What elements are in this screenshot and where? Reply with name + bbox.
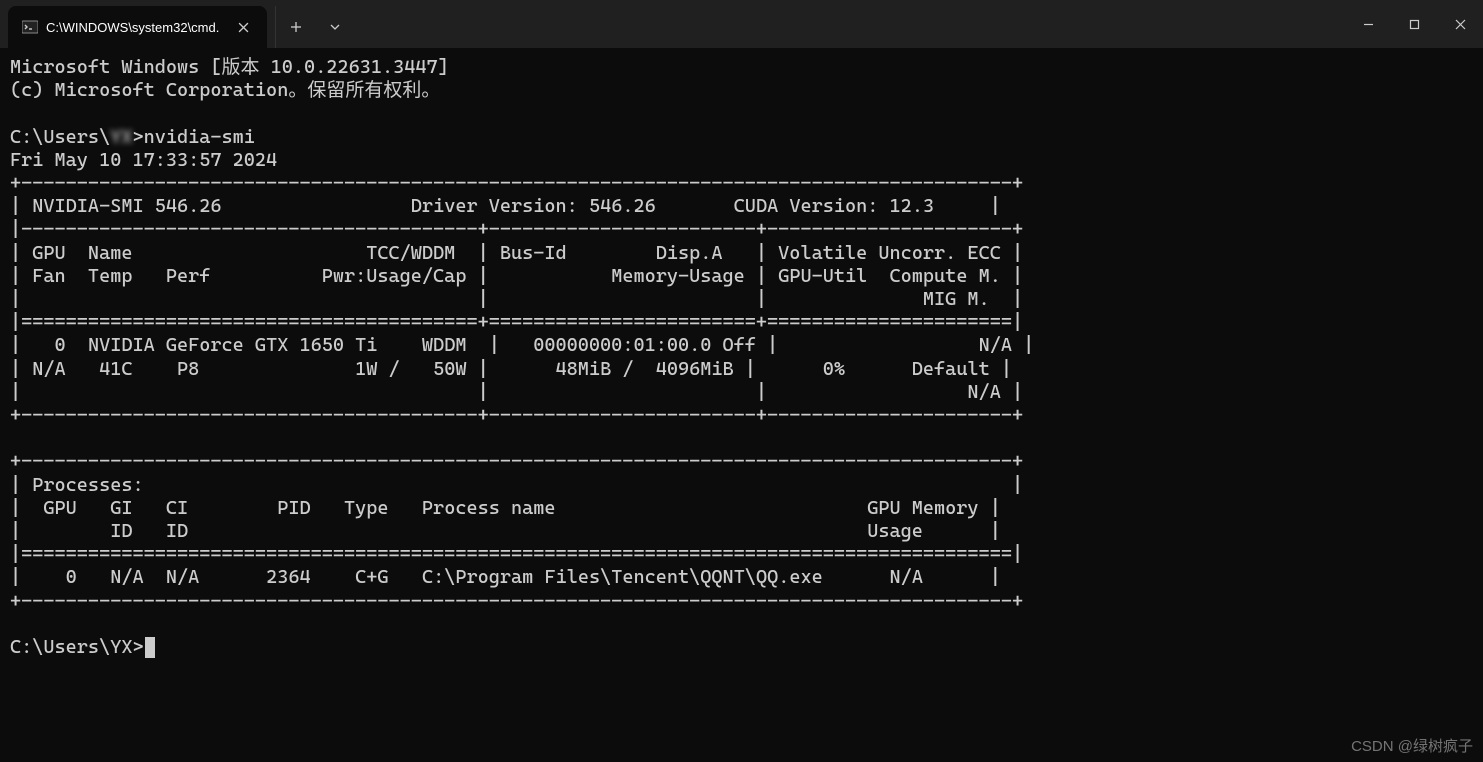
close-window-button[interactable] xyxy=(1437,0,1483,48)
terminal-tab[interactable]: C:\WINDOWS\system32\cmd. xyxy=(8,6,267,48)
nvidia-smi-timestamp: Fri May 10 17:33:57 2024 xyxy=(10,149,277,171)
gpu-temp: 41C xyxy=(99,358,132,380)
driver-version: 546.26 xyxy=(589,195,656,217)
window-titlebar: C:\WINDOWS\system32\cmd. xyxy=(0,0,1483,48)
watermark-text: CSDN @绿树疯子 xyxy=(1351,735,1473,756)
prompt-user-blurred: YX xyxy=(110,126,132,149)
prompt: C:\Users\YX> xyxy=(10,636,144,658)
maximize-button[interactable] xyxy=(1391,0,1437,48)
gpu-index: 0 xyxy=(55,334,66,356)
process-name: C:\Program Files\Tencent\QQNT\QQ.exe xyxy=(422,566,823,588)
copyright-line: (c) Microsoft Corporation。保留所有权利。 xyxy=(10,79,440,101)
smi-version: NVIDIA-SMI 546.26 xyxy=(32,195,221,217)
minimize-button[interactable] xyxy=(1345,0,1391,48)
tab-title: C:\WINDOWS\system32\cmd. xyxy=(46,20,219,35)
gpu-memory: 48MiB / 4096MiB xyxy=(556,358,734,380)
close-tab-icon[interactable] xyxy=(233,17,253,37)
cuda-version: 12.3 xyxy=(890,195,935,217)
prompt-sep: > xyxy=(132,126,143,148)
cursor xyxy=(145,637,155,658)
processes-title: Processes: xyxy=(32,474,143,496)
cmd-icon xyxy=(22,19,38,35)
tab-dropdown-button[interactable] xyxy=(315,6,355,48)
terminal-output[interactable]: Microsoft Windows [版本 10.0.22631.3447] (… xyxy=(0,48,1483,667)
gpu-power: 1W / 50W xyxy=(355,358,466,380)
gpu-busid: 00000000:01:00.0 xyxy=(533,334,711,356)
titlebar-drag-area[interactable] xyxy=(355,0,1345,48)
gpu-util: 0% xyxy=(823,358,845,380)
new-tab-button[interactable] xyxy=(275,6,315,48)
prompt-path: C:\Users\ xyxy=(10,126,110,148)
command: nvidia-smi xyxy=(144,126,255,148)
gpu-name: NVIDIA GeForce GTX 1650 Ti xyxy=(88,334,377,356)
os-version-line: Microsoft Windows [版本 10.0.22631.3447] xyxy=(10,56,449,78)
